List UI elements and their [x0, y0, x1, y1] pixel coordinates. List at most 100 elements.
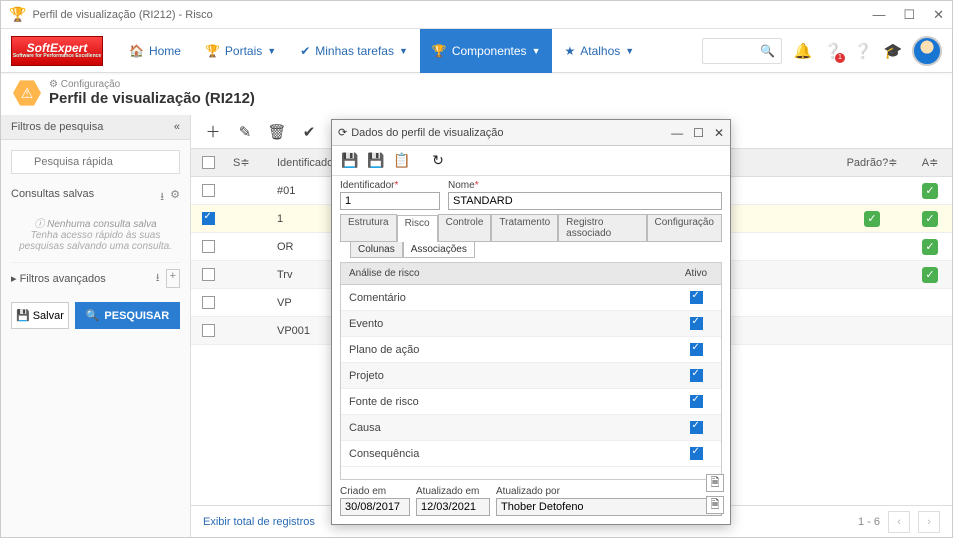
save-label: Salvar: [33, 310, 64, 322]
check-badge: ✓: [922, 267, 938, 283]
nav-home[interactable]: 🏠Home: [117, 29, 193, 73]
edit-button[interactable]: ✎: [231, 118, 259, 146]
help-icon[interactable]: ❔1: [818, 36, 848, 66]
refresh-icon: ⟳: [338, 126, 347, 139]
subtab-colunas[interactable]: Colunas: [350, 242, 403, 258]
nav-tasks[interactable]: ✔Minhas tarefas▼: [288, 29, 420, 73]
row-checkbox[interactable]: [202, 212, 215, 225]
tab-configuração[interactable]: Configuração: [647, 214, 722, 241]
col-pad[interactable]: Padrão? ≑: [836, 156, 908, 169]
modal-save-button[interactable]: 💾: [338, 149, 362, 173]
updated-by-label: Atualizado por: [496, 486, 722, 497]
download-icon[interactable]: ⭳: [156, 269, 160, 288]
select-all-checkbox[interactable]: [202, 156, 215, 169]
advanced-filters-label[interactable]: Filtros avançados: [20, 273, 106, 285]
nav-portals[interactable]: 🏆Portais▼: [193, 29, 288, 73]
modal-refresh-button[interactable]: ↻: [426, 149, 450, 173]
nav-components[interactable]: 🏆Componentes▼: [420, 29, 553, 73]
active-checkbox[interactable]: [690, 343, 703, 356]
active-checkbox[interactable]: [690, 447, 703, 460]
nav-shortcuts[interactable]: ★Atalhos▼: [552, 29, 646, 73]
help2-icon[interactable]: ❔: [848, 36, 878, 66]
window-minimize-icon[interactable]: —: [872, 7, 885, 23]
add-button[interactable]: ＋: [199, 118, 227, 146]
row-checkbox[interactable]: [202, 296, 215, 309]
filters-header-label: Filtros de pesquisa: [11, 121, 103, 133]
add-icon[interactable]: +: [166, 269, 180, 288]
grid-row[interactable]: Comentário: [341, 285, 721, 311]
window-maximize-icon[interactable]: ☐: [903, 7, 915, 23]
grid-row[interactable]: Projeto: [341, 363, 721, 389]
tab-tratamento[interactable]: Tratamento: [491, 214, 558, 241]
grid-col-active: Ativo: [671, 268, 721, 279]
row-checkbox[interactable]: [202, 324, 215, 337]
name-label: Nome: [448, 180, 475, 191]
row-checkbox[interactable]: [202, 240, 215, 253]
modal-close-icon[interactable]: ✕: [714, 126, 724, 140]
id-input[interactable]: [340, 192, 440, 210]
app-icon: 🏆: [9, 6, 26, 23]
page-header: ⚠ ⚙ Configuração Perfil de visualização …: [1, 73, 952, 115]
bell-icon[interactable]: 🔔: [788, 36, 818, 66]
graduation-icon[interactable]: 🎓: [878, 36, 908, 66]
grid-row[interactable]: Plano de ação: [341, 337, 721, 363]
row-checkbox[interactable]: [202, 184, 215, 197]
tab-controle[interactable]: Controle: [438, 214, 492, 241]
gear-icon[interactable]: ⚙: [170, 188, 180, 207]
global-search-input[interactable]: 🔍: [702, 38, 782, 64]
created-value: [340, 498, 410, 516]
approve-button[interactable]: ✔: [295, 118, 323, 146]
save-button[interactable]: 💾Salvar: [11, 302, 69, 329]
tab-estrutura[interactable]: Estrutura: [340, 214, 397, 241]
col-a[interactable]: A ≑: [908, 156, 952, 169]
active-checkbox[interactable]: [690, 421, 703, 434]
show-total-link[interactable]: Exibir total de registros: [203, 516, 315, 528]
grid-row[interactable]: Evento: [341, 311, 721, 337]
brand-logo: SoftExpertSoftware for Performance Excel…: [11, 36, 103, 66]
tab-risco[interactable]: Risco: [397, 215, 438, 242]
nav-shortcuts-label: Atalhos: [580, 44, 620, 58]
updated-by-value: [496, 498, 722, 516]
active-checkbox[interactable]: [690, 395, 703, 408]
grid-row[interactable]: Consequência: [341, 441, 721, 467]
active-checkbox[interactable]: [690, 317, 703, 330]
row-checkbox[interactable]: [202, 268, 215, 281]
trophy-icon: 🏆: [432, 44, 447, 58]
check-badge: ✓: [922, 183, 938, 199]
delete-button[interactable]: 🗑: [263, 118, 291, 146]
page-title: Perfil de visualização (RI212): [49, 90, 255, 107]
grid-row[interactable]: Fonte de risco: [341, 389, 721, 415]
saved-none-text: Tenha acesso rápido às suas pesquisas sa…: [11, 230, 180, 252]
saved-queries-label: Consultas salvas: [11, 188, 94, 207]
collapse-icon[interactable]: «: [174, 121, 180, 133]
created-label: Criado em: [340, 486, 410, 497]
window-title: Perfil de visualização (RI212) - Risco: [32, 9, 872, 21]
quick-search-input[interactable]: [11, 150, 180, 174]
export-button[interactable]: 🗎: [706, 474, 724, 492]
search-button[interactable]: 🔍PESQUISAR: [75, 302, 180, 329]
tab-registro associado[interactable]: Registro associado: [558, 214, 646, 241]
save-icon: 💾: [16, 309, 30, 322]
col-s[interactable]: S ≑: [225, 156, 269, 169]
import-button[interactable]: 🗎: [706, 496, 724, 514]
subtab-associações[interactable]: Associações: [403, 242, 475, 258]
updated-label: Atualizado em: [416, 486, 490, 497]
modal-copy-button[interactable]: 📋: [390, 149, 414, 173]
prev-page-button[interactable]: ‹: [888, 511, 910, 533]
search-icon: 🔍: [760, 44, 775, 58]
window-close-icon[interactable]: ✕: [933, 7, 944, 23]
modal-save-exit-button[interactable]: 💾: [364, 149, 388, 173]
modal-maximize-icon[interactable]: ☐: [693, 126, 704, 140]
grid-row-label: Comentário: [341, 292, 671, 304]
next-page-button[interactable]: ›: [918, 511, 940, 533]
info-icon: ⓘ Nenhuma consulta salva: [11, 215, 180, 230]
gear-icon: ⚙: [49, 79, 58, 90]
active-checkbox[interactable]: [690, 291, 703, 304]
name-input[interactable]: [448, 192, 722, 210]
modal-minimize-icon[interactable]: —: [671, 126, 683, 140]
user-avatar[interactable]: [912, 36, 942, 66]
active-checkbox[interactable]: [690, 369, 703, 382]
download-icon[interactable]: ⭳: [160, 188, 164, 207]
nav-portals-label: Portais: [225, 44, 262, 58]
grid-row[interactable]: Causa: [341, 415, 721, 441]
